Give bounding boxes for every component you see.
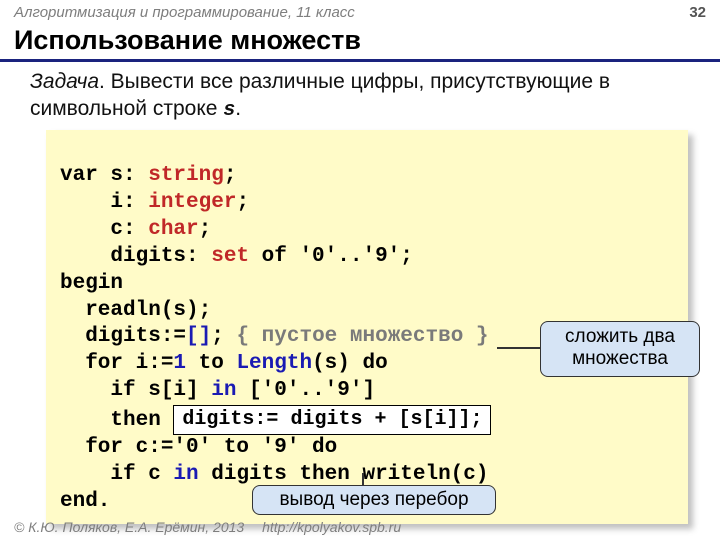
page-number: 32 xyxy=(689,4,706,21)
task-variable: s xyxy=(223,99,235,122)
footer-copy: © К.Ю. Поляков, Е.А. Ерёмин, 2013 xyxy=(14,519,244,535)
callout-connector xyxy=(497,347,541,349)
callout-iterate: вывод через перебор xyxy=(252,485,496,515)
footer-url: http://kpolyakov.spb.ru xyxy=(262,519,401,535)
page-title: Использование множеств xyxy=(0,23,720,62)
callout-merge: сложить два множества xyxy=(540,321,700,377)
footer: © К.Ю. Поляков, Е.А. Ерёмин, 2013 http:/… xyxy=(0,517,415,537)
course-label: Алгоритмизация и программирование, 11 кл… xyxy=(14,4,355,21)
task-label: Задача xyxy=(30,70,99,93)
header: Алгоритмизация и программирование, 11 кл… xyxy=(0,0,720,23)
code-inset: digits:= digits + [s[i]]; xyxy=(173,405,491,435)
task-text: Задача. Вывести все различные цифры, при… xyxy=(0,68,720,130)
